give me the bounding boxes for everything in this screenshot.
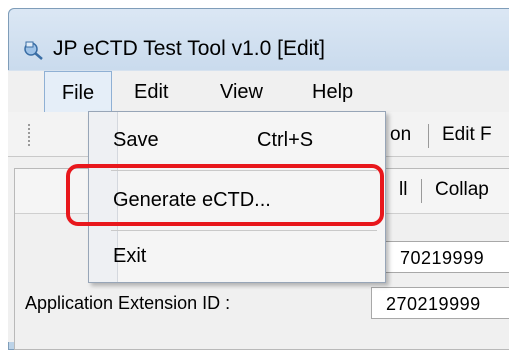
title-bar: JP eCTD Test Tool v1.0 [Edit] — [9, 9, 509, 79]
toolbar-separator — [428, 124, 429, 148]
menu-item-exit[interactable]: Exit — [89, 236, 385, 276]
window-title: JP eCTD Test Tool v1.0 [Edit] — [53, 37, 325, 60]
file-menu-dropdown: Save Ctrl+S Generate eCTD... Exit — [88, 111, 386, 283]
collapse-button-partial[interactable]: Collap — [435, 179, 489, 201]
menu-item-save-label: Save — [113, 129, 159, 151]
application-extension-id-label: Application Extension ID : — [25, 293, 231, 313]
id-field-partial[interactable]: 70219999 — [385, 241, 509, 273]
menu-item-generate-ectd-label: Generate eCTD... — [113, 189, 271, 211]
panel-toolbar-separator — [421, 179, 422, 203]
menu-separator — [111, 230, 377, 231]
app-icon — [24, 41, 43, 60]
application-extension-id-field[interactable]: 270219999 — [371, 287, 509, 319]
menu-item-save[interactable]: Save Ctrl+S — [89, 120, 385, 160]
menu-separator — [111, 170, 377, 171]
menu-item-generate-ectd[interactable]: Generate eCTD... — [89, 180, 385, 220]
menu-item-save-shortcut: Ctrl+S — [257, 129, 314, 151]
expand-all-button-partial[interactable]: ll — [399, 179, 407, 201]
menu-edit[interactable]: Edit — [134, 71, 168, 113]
toolbar-grip[interactable] — [28, 124, 34, 146]
menu-help[interactable]: Help — [312, 71, 353, 113]
menu-bar: File Edit View Help — [8, 70, 509, 113]
toolbar-button-partial[interactable]: on — [390, 124, 411, 146]
menu-item-exit-label: Exit — [113, 245, 147, 267]
menu-view[interactable]: View — [220, 71, 263, 113]
menu-file[interactable]: File — [44, 71, 112, 113]
toolbar-edit-button-partial[interactable]: Edit F — [442, 124, 492, 146]
